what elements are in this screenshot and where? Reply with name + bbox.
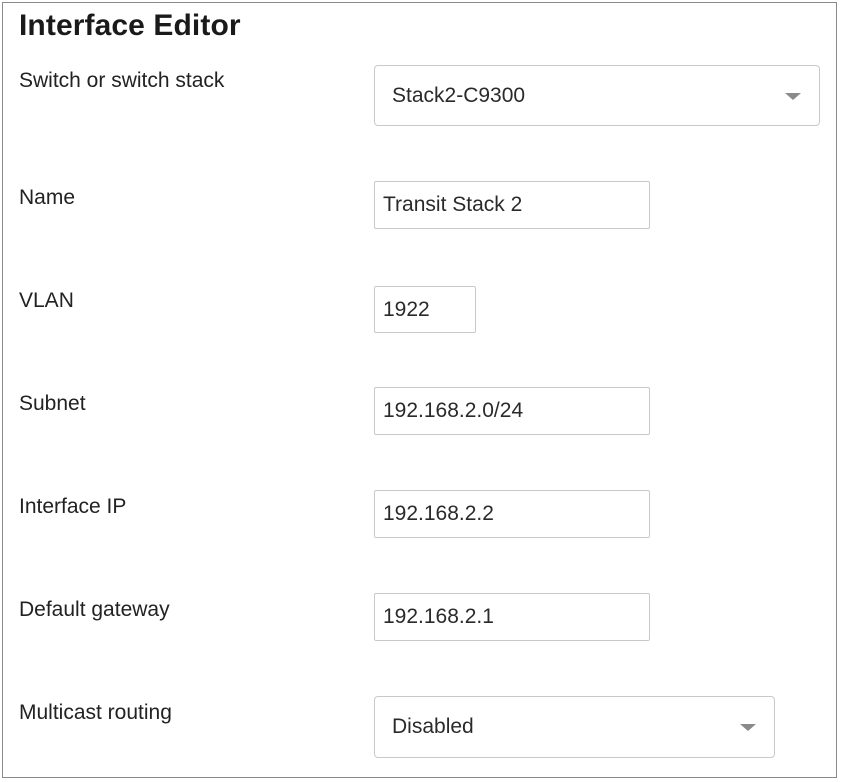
switch-label: Switch or switch stack [19, 69, 225, 92]
chevron-down-icon [785, 92, 801, 100]
chevron-down-icon [740, 724, 756, 731]
vlan-label: VLAN [19, 289, 74, 312]
vlan-input[interactable] [374, 286, 476, 333]
switch-select[interactable]: Stack2-C9300 [374, 65, 820, 126]
interface-ip-label: Interface IP [19, 495, 127, 518]
interface-editor-panel: Interface Editor Switch or switch stack … [2, 2, 837, 778]
multicast-routing-label: Multicast routing [19, 701, 172, 724]
multicast-routing-select-value: Disabled [392, 715, 474, 738]
default-gateway-input[interactable] [374, 593, 650, 641]
switch-select-value: Stack2-C9300 [392, 83, 526, 107]
subnet-label: Subnet [19, 392, 86, 415]
name-input[interactable] [374, 181, 650, 229]
page-title: Interface Editor [19, 9, 241, 42]
subnet-input[interactable] [374, 387, 650, 435]
default-gateway-label: Default gateway [19, 598, 170, 621]
interface-ip-input[interactable] [374, 490, 650, 538]
name-label: Name [19, 186, 76, 209]
multicast-routing-select[interactable]: Disabled [374, 696, 775, 758]
